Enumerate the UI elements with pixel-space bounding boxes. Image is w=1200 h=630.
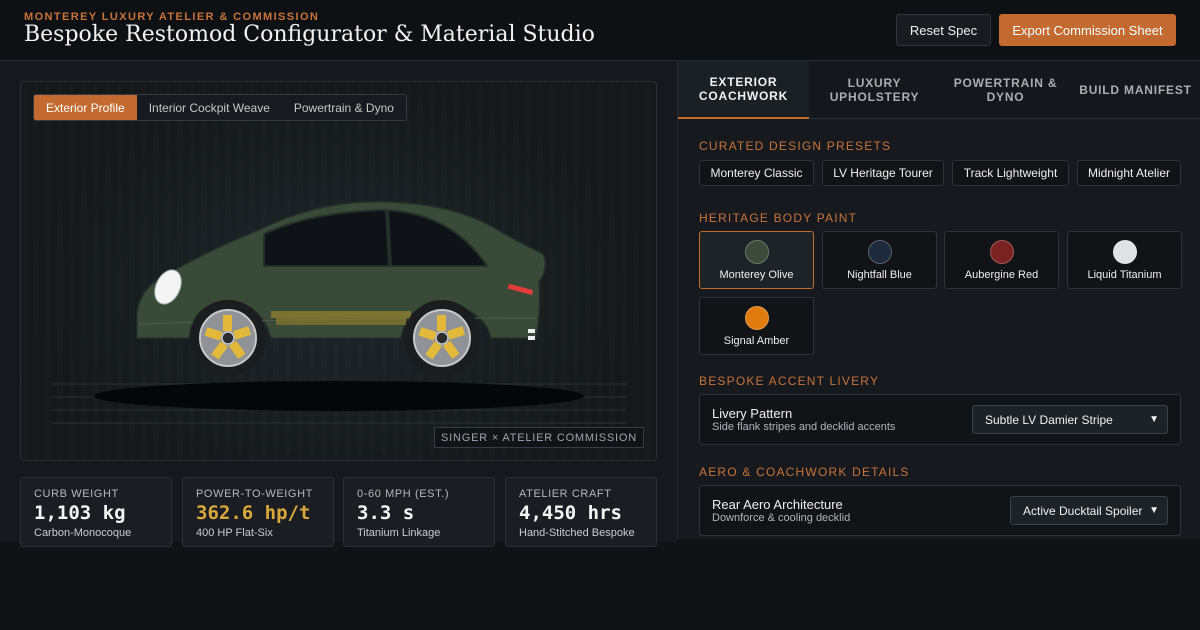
stat-value: 4,450 hrs [519,502,622,524]
stat-label: 0-60 MPH (EST.) [357,488,450,500]
paint-label: Monterey Olive [719,269,794,281]
stat-value: 362.6 hp/t [196,502,311,524]
livery-option-subtitle: Side flank stripes and decklid accents [712,421,896,433]
paint-swatch [745,240,769,264]
paint-option-aubergine-red[interactable]: Aubergine Red [944,231,1059,289]
tab-luxury-upholstery[interactable]: LUXURY UPHOLSTERY [809,61,940,119]
paint-option-signal-amber[interactable]: Signal Amber [699,297,814,355]
stat-curb-weight: CURB WEIGHT 1,103 kg Carbon-Monocoque [20,477,172,547]
paint-label: Aubergine Red [964,269,1039,281]
car-shadow [94,381,584,411]
tab-build-manifest[interactable]: BUILD MANIFEST [1070,61,1200,119]
tab-exterior-coachwork[interactable]: EXTERIOR COACHWORK [678,61,809,119]
exhaust-tip [528,336,535,340]
presets-section-title: CURATED DESIGN PRESETS [699,139,892,153]
stat-value: 1,103 kg [34,502,126,524]
exhaust-tip [528,329,535,333]
preset-midnight-atelier[interactable]: Midnight Atelier [1077,160,1181,186]
preset-track-lightweight[interactable]: Track Lightweight [952,160,1069,186]
stat-sub: Carbon-Monocoque [34,527,132,539]
livery-option-title: Livery Pattern [712,406,793,421]
paint-swatch [868,240,892,264]
aero-option-row: Rear Aero Architecture Downforce & cooli… [699,485,1181,536]
front-wheel[interactable] [190,300,266,376]
paint-option-liquid-titanium[interactable]: Liquid Titanium [1067,231,1182,289]
rear-aero-select[interactable]: Active Ducktail Spoiler ▼ [1010,496,1168,525]
stat-sub: Titanium Linkage [357,527,441,539]
tab-powertrain-dyno-view[interactable]: Powertrain & Dyno [282,95,406,120]
chevron-down-icon: ▼ [1149,414,1159,425]
spec-stats: CURB WEIGHT 1,103 kg Carbon-Monocoque PO… [20,477,657,547]
livery-section-title: BESPOKE ACCENT LIVERY [699,374,880,388]
damier-livery-stripe [271,311,411,325]
preset-monterey-classic[interactable]: Monterey Classic [699,160,814,186]
stat-label: POWER-TO-WEIGHT [196,488,313,500]
stat-zero-to-sixty: 0-60 MPH (EST.) 3.3 s Titanium Linkage [343,477,495,547]
commission-tag: SINGER × ATELIER COMMISSION [434,427,644,448]
stat-atelier-craft: ATELIER CRAFT 4,450 hrs Hand-Stitched Be… [505,477,657,547]
aero-section-title: AERO & COACHWORK DETAILS [699,465,910,479]
stat-sub: Hand-Stitched Bespoke [519,527,635,539]
stat-power-to-weight: POWER-TO-WEIGHT 362.6 hp/t 400 HP Flat-S… [182,477,334,547]
chevron-down-icon: ▼ [1149,505,1159,516]
app-header: MONTEREY LUXURY ATELIER & COMMISSION Bes… [0,0,1200,61]
paint-label: Liquid Titanium [1087,269,1162,281]
paint-option-monterey-olive[interactable]: Monterey Olive [699,231,814,289]
config-tab-bar: EXTERIOR COACHWORK LUXURY UPHOLSTERY POW… [678,61,1200,119]
paint-label: Signal Amber [723,335,790,347]
viewer-pane: Exterior Profile Interior Cockpit Weave … [0,61,677,547]
preset-lv-heritage-tourer[interactable]: LV Heritage Tourer [822,160,944,186]
car-render [51,201,626,424]
stat-sub: 400 HP Flat-Six [196,527,273,539]
livery-pattern-value: Subtle LV Damier Stripe [985,412,1113,427]
rear-wheel[interactable] [404,300,480,376]
stat-label: CURB WEIGHT [34,488,119,500]
livery-pattern-select[interactable]: Subtle LV Damier Stripe ▼ [972,405,1168,434]
viewer-tab-bar: Exterior Profile Interior Cockpit Weave … [33,94,407,121]
livery-option-row: Livery Pattern Side flank stripes and de… [699,394,1181,445]
paint-swatch [1113,240,1137,264]
export-commission-button[interactable]: Export Commission Sheet [999,14,1176,46]
paint-swatch [990,240,1014,264]
paint-swatch [745,306,769,330]
tab-exterior-profile[interactable]: Exterior Profile [34,95,137,120]
paint-label: Nightfall Blue [847,269,912,281]
tab-interior-cockpit-weave[interactable]: Interior Cockpit Weave [137,95,282,120]
aero-option-title: Rear Aero Architecture [712,497,843,512]
paint-section-title: HERITAGE BODY PAINT [699,211,858,225]
tab-powertrain-dyno[interactable]: POWERTRAIN & DYNO [940,61,1071,119]
rear-aero-value: Active Ducktail Spoiler [1023,503,1143,518]
paint-option-nightfall-blue[interactable]: Nightfall Blue [822,231,937,289]
car-stage: Exterior Profile Interior Cockpit Weave … [20,81,657,461]
stat-value: 3.3 s [357,502,415,524]
reset-spec-button[interactable]: Reset Spec [896,14,991,46]
stat-label: ATELIER CRAFT [519,488,612,500]
config-pane: EXTERIOR COACHWORK LUXURY UPHOLSTERY POW… [677,61,1200,539]
aero-option-subtitle: Downforce & cooling decklid [712,512,851,524]
page-title: Bespoke Restomod Configurator & Material… [24,22,595,47]
